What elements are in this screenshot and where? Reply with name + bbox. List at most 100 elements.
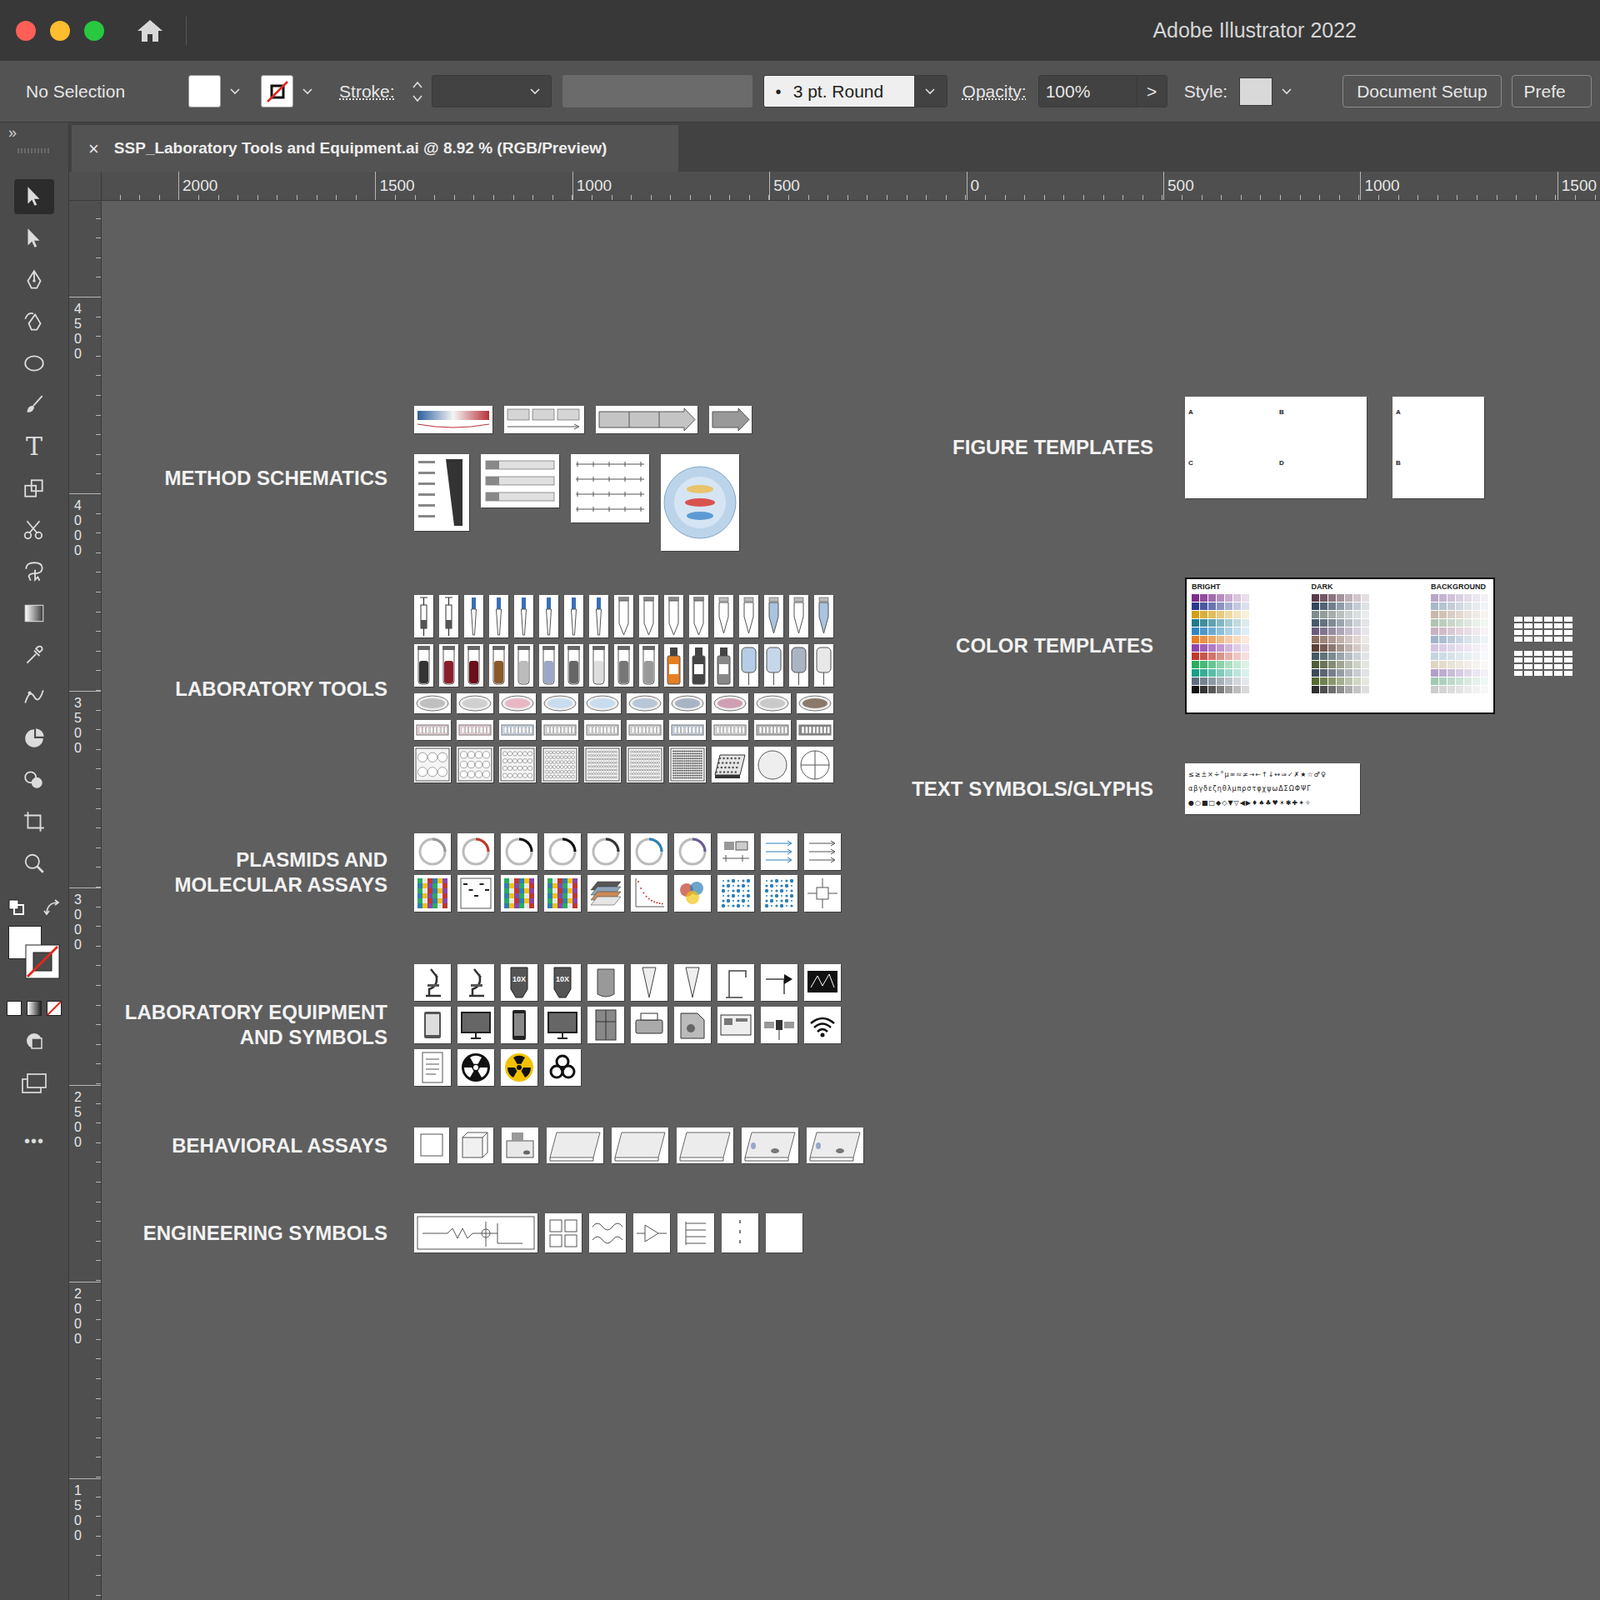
color-swatch[interactable] xyxy=(1320,627,1328,635)
horizontal-ruler[interactable]: 200015001000500050010001500 xyxy=(101,171,1600,201)
tool-button[interactable] xyxy=(14,804,55,840)
artboard-tool-icon[interactable] xyxy=(22,810,46,834)
color-swatch[interactable] xyxy=(1480,627,1489,635)
color-swatch[interactable] xyxy=(1225,619,1233,627)
color-swatch[interactable] xyxy=(1447,610,1455,619)
asset-thumbnail[interactable] xyxy=(717,964,755,1001)
asset-thumbnail[interactable] xyxy=(587,1006,625,1044)
color-swatch[interactable] xyxy=(1480,660,1489,669)
asset-thumbnail[interactable] xyxy=(709,405,752,434)
color-swatch[interactable] xyxy=(1208,677,1216,685)
color-swatch[interactable] xyxy=(1455,685,1464,694)
color-swatch[interactable] xyxy=(1191,669,1200,677)
color-swatch[interactable] xyxy=(1345,635,1353,644)
color-swatch[interactable] xyxy=(1353,644,1361,652)
asset-thumbnail[interactable] xyxy=(814,595,834,638)
color-swatch[interactable] xyxy=(1208,602,1216,610)
color-swatch[interactable] xyxy=(1320,594,1328,602)
color-swatch[interactable] xyxy=(1216,602,1225,610)
color-swatch[interactable] xyxy=(1455,635,1464,644)
color-swatch[interactable] xyxy=(1320,610,1328,619)
color-swatch[interactable] xyxy=(1191,660,1200,669)
asset-thumbnail[interactable] xyxy=(414,693,451,714)
asset-thumbnail[interactable] xyxy=(584,720,621,740)
color-swatch[interactable] xyxy=(1455,610,1464,619)
color-swatch[interactable] xyxy=(1241,660,1250,669)
color-swatch[interactable] xyxy=(1361,619,1370,627)
vertical-ruler[interactable]: 4500400035003000250020001500 xyxy=(69,200,102,1600)
color-swatch[interactable] xyxy=(1439,619,1447,627)
asset-thumbnail[interactable] xyxy=(754,746,791,783)
color-swatch[interactable] xyxy=(1447,660,1455,669)
swap-icon[interactable] xyxy=(43,899,62,918)
color-swatch[interactable] xyxy=(1472,652,1480,660)
asset-thumbnail[interactable] xyxy=(760,964,798,1001)
tool-button[interactable] xyxy=(14,345,55,381)
color-swatch[interactable] xyxy=(1191,602,1200,610)
asset-thumbnail[interactable] xyxy=(789,595,809,638)
color-swatch[interactable] xyxy=(1464,669,1472,677)
opacity-value[interactable]: 100% xyxy=(1039,75,1137,107)
asset-thumbnail[interactable] xyxy=(457,1006,495,1044)
color-swatch[interactable] xyxy=(1480,602,1489,610)
color-swatch[interactable] xyxy=(1233,685,1241,694)
asset-thumbnail[interactable] xyxy=(714,595,734,638)
none-mode-icon[interactable] xyxy=(46,1000,62,1016)
asset-thumbnail[interactable] xyxy=(587,875,625,912)
asset-thumbnail[interactable] xyxy=(414,964,451,1001)
document-tab[interactable]: ×SSP_Laboratory Tools and Equipment.ai @… xyxy=(71,125,679,172)
color-swatch[interactable] xyxy=(1320,644,1328,652)
asset-thumbnail[interactable] xyxy=(541,720,579,740)
chevron-icon[interactable] xyxy=(1280,87,1293,96)
chevron-icon[interactable] xyxy=(301,87,314,96)
color-swatch[interactable] xyxy=(1336,635,1345,644)
asset-thumbnail[interactable] xyxy=(614,595,634,638)
color-swatch[interactable] xyxy=(1200,685,1208,694)
color-swatch[interactable] xyxy=(1328,685,1336,694)
color-swatch[interactable] xyxy=(1241,610,1250,619)
asset-thumbnail[interactable] xyxy=(630,1006,668,1044)
curvature-tool-icon[interactable] xyxy=(22,310,46,334)
color-swatch[interactable] xyxy=(1208,610,1216,619)
color-swatch[interactable] xyxy=(1208,619,1216,627)
asset-thumbnail[interactable] xyxy=(414,833,451,870)
color-swatch[interactable] xyxy=(1455,660,1464,669)
canvas[interactable]: METHOD SCHEMATICSLABORATORY TOOLSPLASMID… xyxy=(101,200,1600,1600)
color-swatch[interactable] xyxy=(1455,602,1464,610)
asset-thumbnail[interactable] xyxy=(674,964,711,1001)
asset-thumbnail[interactable] xyxy=(639,644,659,687)
color-swatch[interactable] xyxy=(1472,635,1480,644)
color-swatch[interactable] xyxy=(1216,627,1225,635)
asset-thumbnail[interactable] xyxy=(714,644,734,687)
asset-thumbnail[interactable] xyxy=(676,1127,734,1164)
color-swatch[interactable] xyxy=(1336,602,1345,610)
color-swatch[interactable] xyxy=(1216,644,1225,652)
asset-thumbnail[interactable] xyxy=(544,875,581,912)
opacity-field[interactable]: 100%> xyxy=(1038,75,1168,108)
color-swatch[interactable] xyxy=(1439,669,1447,677)
asset-thumbnail[interactable] xyxy=(689,595,709,638)
color-swatch[interactable] xyxy=(1241,594,1250,602)
color-swatch[interactable] xyxy=(1361,602,1370,610)
chevron-icon[interactable] xyxy=(924,87,936,96)
color-swatch[interactable] xyxy=(1439,627,1447,635)
color-swatch[interactable] xyxy=(1430,594,1439,602)
asset-thumbnail[interactable] xyxy=(564,595,584,638)
color-swatch[interactable] xyxy=(1439,660,1447,669)
grip-icon[interactable] xyxy=(17,142,51,160)
asset-thumbnail[interactable] xyxy=(414,746,451,783)
color-swatch[interactable] xyxy=(1208,635,1216,644)
color-swatch[interactable] xyxy=(1430,669,1439,677)
color-swatch[interactable] xyxy=(1328,660,1336,669)
asset-thumbnail[interactable] xyxy=(674,1006,711,1044)
asset-thumbnail[interactable] xyxy=(741,1127,799,1164)
color-swatch[interactable] xyxy=(1439,635,1447,644)
color-swatch[interactable] xyxy=(1225,685,1233,694)
toolbar-button[interactable]: Document Setup xyxy=(1342,75,1501,108)
color-swatch[interactable] xyxy=(1233,677,1241,685)
tool-button[interactable] xyxy=(14,845,55,881)
color-swatch[interactable] xyxy=(1430,627,1439,635)
color-swatch[interactable] xyxy=(1480,635,1489,644)
color-swatch[interactable] xyxy=(1311,677,1320,685)
asset-thumbnail[interactable] xyxy=(717,1006,755,1044)
